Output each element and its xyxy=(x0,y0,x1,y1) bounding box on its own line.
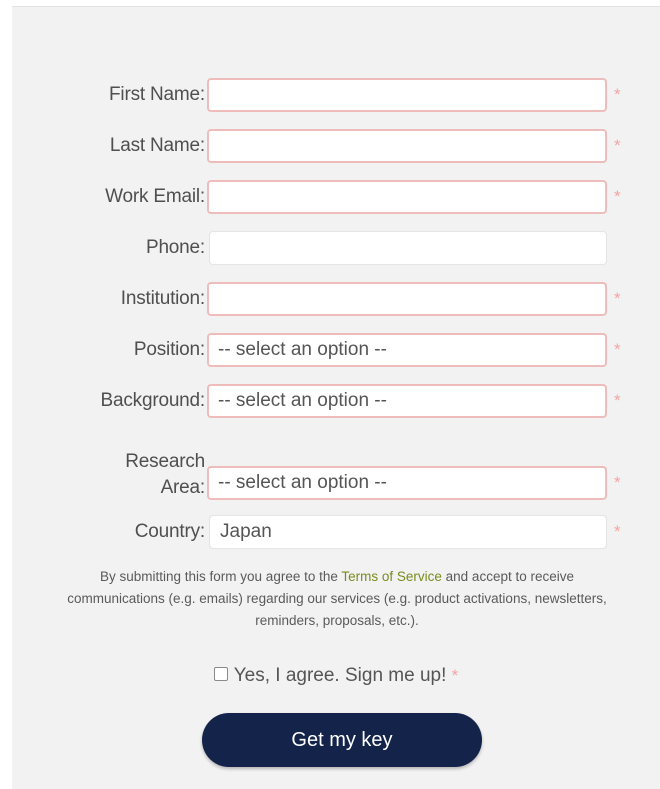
work-email-required-marker: * xyxy=(614,187,621,206)
position-label: Position: xyxy=(133,339,205,360)
last-name-required-marker: * xyxy=(614,136,621,155)
research-area-select[interactable]: -- select an option -- xyxy=(207,466,607,500)
first-name-required-marker: * xyxy=(614,85,621,104)
phone-input[interactable] xyxy=(209,231,607,265)
country-select[interactable]: Japan xyxy=(209,515,607,549)
first-name-label: First Name: xyxy=(109,84,205,105)
institution-required-marker: * xyxy=(614,289,621,308)
consent-required-marker: * xyxy=(451,666,459,685)
background-required-marker: * xyxy=(614,391,621,410)
first-name-row: First Name: * xyxy=(12,75,660,115)
work-email-input[interactable] xyxy=(207,180,607,214)
background-select[interactable]: -- select an option -- xyxy=(207,384,607,418)
research-area-label-line1: Research xyxy=(125,451,205,472)
phone-row: Phone: xyxy=(12,228,660,268)
last-name-input[interactable] xyxy=(207,129,607,163)
position-row: Position: -- select an option -- * xyxy=(12,330,660,370)
institution-input[interactable] xyxy=(207,282,607,316)
legal-text-before: By submitting this form you agree to the xyxy=(100,569,342,584)
last-name-label: Last Name: xyxy=(109,135,205,156)
phone-label: Phone: xyxy=(145,237,205,258)
country-label: Country: xyxy=(134,521,205,542)
work-email-label: Work Email: xyxy=(105,186,205,207)
position-select[interactable]: -- select an option -- xyxy=(207,333,607,367)
institution-label: Institution: xyxy=(120,288,205,309)
background-row: Background: -- select an option -- * xyxy=(12,381,660,421)
country-required-marker: * xyxy=(614,522,621,541)
research-area-required-marker: * xyxy=(614,473,621,492)
last-name-row: Last Name: * xyxy=(12,126,660,166)
legal-notice: By submitting this form you agree to the… xyxy=(52,566,622,632)
consent-checkbox[interactable] xyxy=(213,666,228,681)
research-area-label: Research Area: xyxy=(125,449,205,501)
research-area-row: Research Area: -- select an option -- * xyxy=(12,451,660,503)
consent-label[interactable]: Yes, I agree. Sign me up! xyxy=(234,665,447,686)
research-area-label-line2: Area: xyxy=(160,477,206,498)
background-label: Background: xyxy=(100,390,206,411)
work-email-row: Work Email: * xyxy=(12,177,660,217)
terms-of-service-link[interactable]: Terms of Service xyxy=(341,569,442,584)
get-my-key-button[interactable]: Get my key xyxy=(202,713,482,767)
consent-row: Yes, I agree. Sign me up! * xyxy=(12,665,660,687)
position-required-marker: * xyxy=(614,340,621,359)
first-name-input[interactable] xyxy=(207,78,607,112)
country-row: Country: Japan * xyxy=(12,512,660,552)
institution-row: Institution: * xyxy=(12,279,660,319)
signup-form-panel: First Name: * Last Name: * Work Email: *… xyxy=(12,6,660,789)
